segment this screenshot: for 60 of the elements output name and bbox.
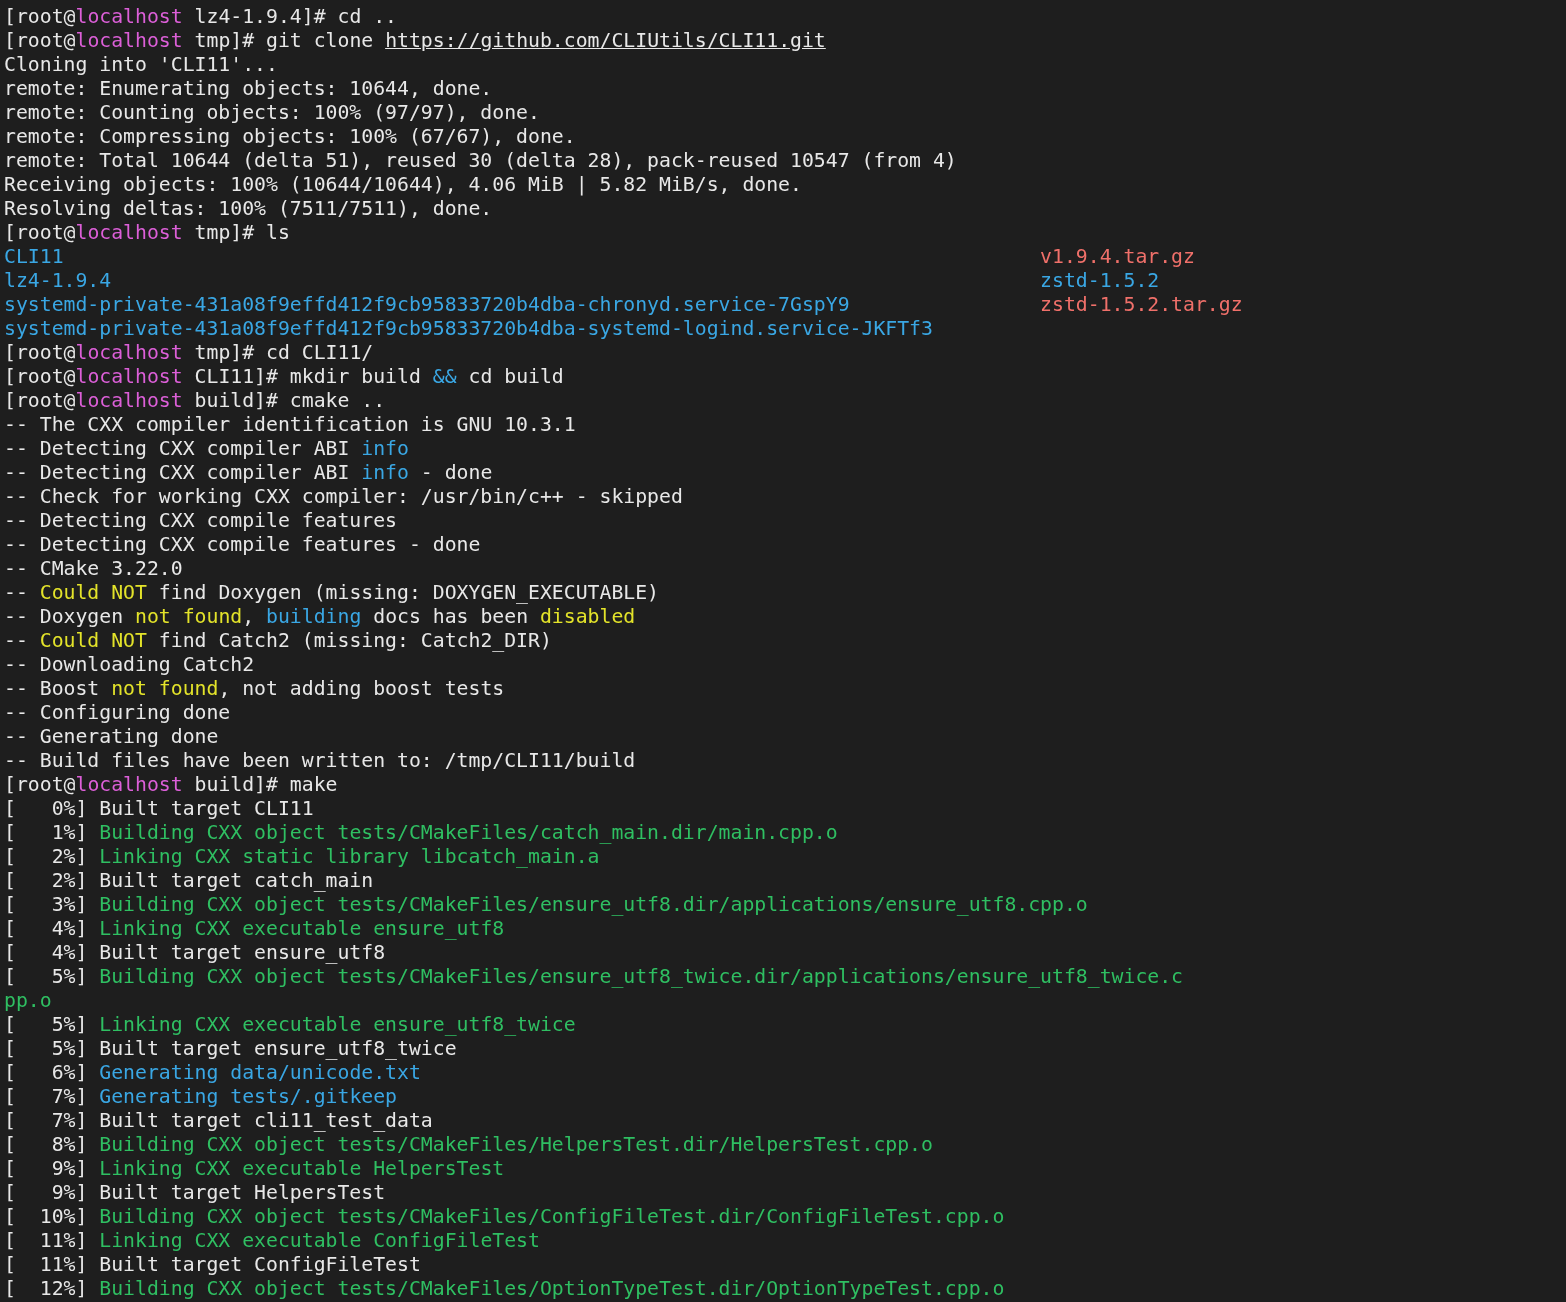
terminal-line: [ 11%] Built target ConfigFileTest — [4, 1253, 421, 1277]
terminal-line: -- Detecting CXX compile features — [4, 509, 397, 533]
terminal-line: -- Doxygen not found, building docs has been disabled — [4, 605, 636, 629]
terminal-line: [root@localhost CLI11]# mkdir build && cd build — [4, 365, 564, 389]
terminal-line: -- Configuring done — [4, 701, 231, 725]
terminal-line: [ 2%] Built target catch_main — [4, 869, 374, 893]
file-name: zstd-1.5.2 — [1040, 269, 1160, 293]
terminal-line: [ 4%] Built target ensure_utf8 — [4, 941, 386, 965]
terminal-line: [ 12%] Building CXX object tests/CMakeFiles/OptionTypeTest.dir/OptionTypeTest.cpp.o — [4, 1277, 1005, 1301]
terminal-line: [ 9%] Linking CXX executable HelpersTest — [4, 1157, 505, 1181]
file-name: CLI11 — [4, 245, 64, 269]
terminal-line: [ 8%] Building CXX object tests/CMakeFiles/HelpersTest.dir/HelpersTest.cpp.o — [4, 1133, 933, 1157]
terminal-line: [ 1%] Building CXX object tests/CMakeFiles/catch_main.dir/main.cpp.o — [4, 821, 838, 845]
file-name: lz4-1.9.4 — [4, 269, 112, 293]
terminal-line: [ 3%] Building CXX object tests/CMakeFiles/ensure_utf8.dir/applications/ensure_utf8.cpp.o — [4, 893, 1088, 917]
terminal-line: -- Build files have been written to: /tmp/CLI11/build — [4, 749, 636, 773]
terminal-line: [ 5%] Linking CXX executable ensure_utf8_twice — [4, 1013, 576, 1037]
terminal-line: [root@localhost build]# make — [4, 773, 338, 797]
file-name: systemd-private-431a08f9effd412f9cb95833720b4dba-systemd-logind.service-JKFTf3 — [4, 317, 933, 341]
terminal-line: -- Could NOT find Catch2 (missing: Catch2_DIR) — [4, 629, 552, 653]
terminal-line: -- Could NOT find Doxygen (missing: DOXYGEN_EXECUTABLE) — [4, 581, 660, 605]
terminal-line: [ 2%] Linking CXX static library libcatch_main.a — [4, 845, 600, 869]
terminal-line: [ 7%] Built target cli11_test_data — [4, 1109, 433, 1133]
terminal-line: -- Downloading Catch2 — [4, 653, 255, 677]
file-name: zstd-1.5.2.tar.gz — [1040, 293, 1243, 317]
terminal-line: -- CMake 3.22.0 — [4, 557, 183, 581]
file-name: v1.9.4.tar.gz — [1040, 245, 1195, 269]
terminal-line: [ 7%] Generating tests/.gitkeep — [4, 1085, 397, 1109]
terminal-line: [ 4%] Linking CXX executable ensure_utf8 — [4, 917, 505, 941]
terminal-line: [ 5%] Building CXX object tests/CMakeFiles/ensure_utf8_twice.dir/applications/ensure_utf8_twice.c — [4, 965, 1184, 989]
url-link[interactable]: https://github.com/CLIUtils/CLI11.git — [385, 29, 826, 52]
terminal-line: -- Generating done — [4, 725, 219, 749]
terminal-line: -- Detecting CXX compiler ABI info — [4, 437, 409, 461]
terminal-line: -- Check for working CXX compiler: /usr/bin/c++ - skipped — [4, 485, 683, 509]
terminal-line: [ 6%] Generating data/unicode.txt — [4, 1061, 421, 1085]
terminal-line: remote: Total 10644 (delta 51), reused 30 (delta 28), pack-reused 10547 (from 4) — [4, 149, 957, 173]
terminal-text: [root@ — [4, 29, 76, 52]
terminal-line: -- The CXX compiler identification is GNU 10.3.1 — [4, 413, 576, 437]
terminal-line: [ 9%] Built target HelpersTest — [4, 1181, 386, 1205]
terminal-line: Receiving objects: 100% (10644/10644), 4.06 MiB | 5.82 MiB/s, done. — [4, 173, 802, 197]
terminal-line: [root@localhost build]# cmake .. — [4, 389, 386, 413]
terminal-line: [ 0%] Built target CLI11 — [4, 797, 314, 821]
terminal-line: -- Detecting CXX compiler ABI info - done — [4, 461, 493, 485]
terminal-line: remote: Counting objects: 100% (97/97), done. — [4, 101, 540, 125]
terminal-line: pp.o — [4, 989, 52, 1013]
terminal-line: -- Boost not found, not adding boost tests — [4, 677, 505, 701]
terminal-text: localhost — [75, 29, 183, 52]
terminal-text: tmp]# git clone — [193, 29, 375, 52]
terminal-line: [ 11%] Linking CXX executable ConfigFileTest — [4, 1229, 540, 1253]
terminal-line: remote: Compressing objects: 100% (67/67), done. — [4, 125, 576, 149]
file-name: systemd-private-431a08f9effd412f9cb95833720b4dba-chronyd.service-7GspY9 — [4, 293, 850, 317]
terminal-line: [ 10%] Building CXX object tests/CMakeFiles/ConfigFileTest.dir/ConfigFileTest.cpp.o — [4, 1205, 1005, 1229]
terminal-line: remote: Enumerating objects: 10644, done. — [4, 77, 493, 101]
terminal-line: [root@localhost tmp]# cd CLI11/ — [4, 341, 374, 365]
terminal-line: Cloning into 'CLI11'... — [4, 53, 278, 77]
terminal-line: [root@localhost tmp]# ls — [4, 221, 290, 245]
terminal-line: [ 5%] Built target ensure_utf8_twice — [4, 1037, 457, 1061]
terminal-line: Resolving deltas: 100% (7511/7511), done. — [4, 197, 493, 221]
terminal-line: -- Detecting CXX compile features - done — [4, 533, 481, 557]
terminal-line: [root@localhost lz4-1.9.4]# cd .. — [4, 5, 398, 29]
